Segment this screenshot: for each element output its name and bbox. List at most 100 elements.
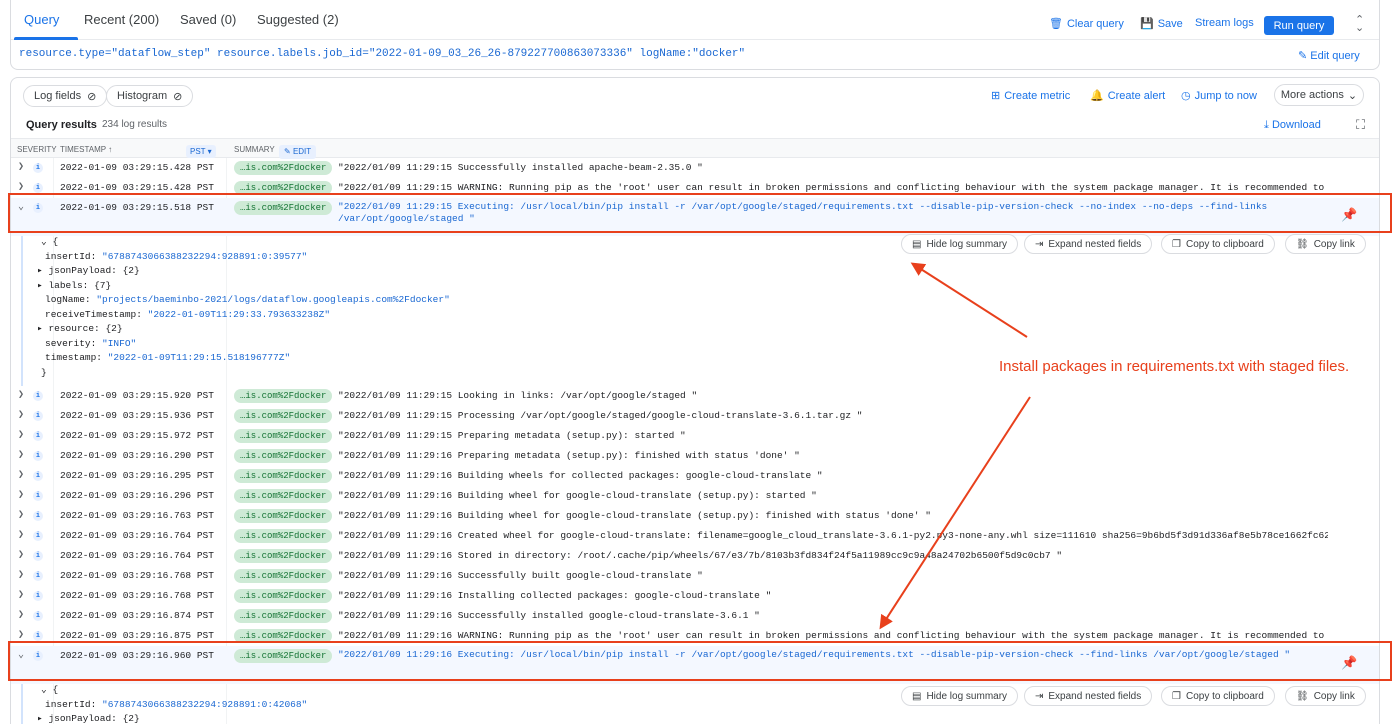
chevron-right-icon[interactable]: ❯ [18, 469, 24, 481]
results-title: Query results [26, 119, 97, 131]
highlight-box [8, 641, 1392, 681]
visibility-off-icon: ⊘ [87, 90, 97, 103]
histogram-toggle[interactable]: Histogram ⊘ [106, 85, 194, 107]
table-row[interactable]: ❯ i 2022-01-09 03:29:16.296 PST …is.com%2Fd… [11, 486, 1379, 506]
query-text[interactable]: resource.type="dataflow_step" resource.l… [19, 48, 745, 60]
copy-to-clipboard-button[interactable]: ❐ Copy to clipboard [1161, 234, 1275, 254]
field-jsonpayload[interactable]: ▸ jsonPayload: {2} [23, 713, 1379, 724]
hide-log-summary-button[interactable]: ▤ Hide log summary [901, 234, 1019, 254]
chevron-right-icon[interactable]: ❯ [18, 181, 24, 193]
log-name-chip[interactable]: …is.com%2Fdocker [234, 549, 333, 563]
create-metric-button[interactable]: ⊞ Create metric [991, 89, 1070, 103]
table-row[interactable]: ❯ i 2022-01-09 03:29:15.920 PST …is.com%2Fd… [11, 386, 1379, 406]
chevron-right-icon[interactable]: ▸ [37, 713, 43, 724]
arrow-up-icon: ↑ [108, 145, 113, 154]
copy-icon: ❐ [1172, 238, 1181, 250]
save-button[interactable]: 💾 Save [1140, 17, 1183, 31]
info-severity-icon: i [33, 471, 43, 481]
log-name-chip[interactable]: …is.com%2Fdocker [234, 489, 333, 503]
table-row[interactable]: ❯ i 2022-01-09 03:29:16.764 PST …is.com%2Fd… [11, 546, 1379, 566]
chevron-right-icon[interactable]: ❯ [18, 509, 24, 521]
table-row[interactable]: ❯ i 2022-01-09 03:29:16.290 PST …is.com%2Fd… [11, 446, 1379, 466]
tab-recent[interactable]: Recent (200) [84, 12, 159, 27]
chevron-right-icon[interactable]: ❯ [18, 429, 24, 441]
field-resource[interactable]: ▸ resource: {2} [23, 323, 1379, 338]
expand-nested-fields-button[interactable]: ⇥ Expand nested fields [1024, 686, 1153, 706]
chevron-right-icon[interactable]: ❯ [18, 569, 24, 581]
chevron-right-icon[interactable]: ▸ [37, 323, 43, 334]
chevron-right-icon[interactable]: ▸ [37, 280, 43, 291]
table-row[interactable]: ❯ i 2022-01-09 03:29:16.764 PST …is.com%2Fd… [11, 526, 1379, 546]
log-name-chip[interactable]: …is.com%2Fdocker [234, 509, 333, 523]
chevron-right-icon[interactable]: ▸ [37, 265, 43, 276]
copy-icon: ❐ [1172, 690, 1181, 702]
field-severity: severity: "INFO" [45, 337, 137, 349]
table-row[interactable]: ❯ i 2022-01-09 03:29:16.768 PST …is.com%2Fd… [11, 586, 1379, 606]
clear-query-button[interactable]: 🗑 Clear query [1049, 17, 1124, 31]
chevron-right-icon[interactable]: ❯ [18, 161, 24, 173]
tab-query[interactable]: Query [24, 12, 59, 27]
jump-to-now-button[interactable]: ◷ Jump to now [1181, 89, 1257, 103]
chevron-right-icon[interactable]: ❯ [18, 629, 24, 641]
log-name-chip[interactable]: …is.com%2Fdocker [234, 449, 333, 463]
chevron-right-icon[interactable]: ❯ [18, 389, 24, 401]
chevron-right-icon[interactable]: ❯ [18, 409, 24, 421]
table-row[interactable]: ❯ i 2022-01-09 03:29:16.768 PST …is.com%2Fd… [11, 566, 1379, 586]
active-tab-indicator [14, 37, 78, 40]
expand-nested-fields-button[interactable]: ⇥ Expand nested fields [1024, 234, 1153, 254]
copy-to-clipboard-button[interactable]: ❐ Copy to clipboard [1161, 686, 1275, 706]
hide-log-summary-button[interactable]: ▤ Hide log summary [901, 686, 1019, 706]
summary-icon: ▤ [912, 238, 922, 250]
chevron-right-icon[interactable]: ❯ [18, 529, 24, 541]
edit-query-button[interactable]: ✎ Edit query [1298, 49, 1360, 62]
field-labels[interactable]: ▸ labels: {7} [23, 280, 1379, 295]
log-name-chip[interactable]: …is.com%2Fdocker [234, 569, 333, 583]
chevron-right-icon[interactable]: ❯ [18, 609, 24, 621]
edit-summary-button[interactable]: ✎ EDIT [279, 145, 317, 159]
field-jsonpayload[interactable]: ▸ jsonPayload: {2} [23, 265, 1379, 280]
log-name-chip[interactable]: …is.com%2Fdocker [234, 161, 333, 175]
log-name-chip[interactable]: …is.com%2Fdocker [234, 409, 333, 423]
results-panel: Log fields ⊘ Histogram ⊘ ⊞ Create metric… [10, 77, 1380, 724]
tab-saved[interactable]: Saved (0) [180, 12, 236, 27]
log-entry-detail: ⌄ { insertId: "6788743066388232294:92889… [21, 684, 1379, 724]
copy-link-button[interactable]: ⛓ Copy link [1285, 686, 1366, 706]
table-row[interactable]: ❯ i 2022-01-09 03:29:16.295 PST …is.com%2Fd… [11, 466, 1379, 486]
tab-suggested[interactable]: Suggested (2) [257, 12, 339, 27]
save-icon: 💾 [1140, 18, 1154, 30]
chevron-right-icon[interactable]: ❯ [18, 449, 24, 461]
run-query-button[interactable]: Run query [1264, 16, 1334, 35]
chevron-right-icon[interactable]: ❯ [18, 549, 24, 561]
timezone-select[interactable]: PST ▾ [186, 145, 216, 158]
table-row[interactable]: ❯ i 2022-01-09 03:29:15.972 PST …is.com%2Fd… [11, 426, 1379, 446]
copy-link-button[interactable]: ⛓ Copy link [1285, 234, 1366, 254]
stream-logs-button[interactable]: Stream logs [1195, 17, 1254, 29]
info-severity-icon: i [33, 431, 43, 441]
log-name-chip[interactable]: …is.com%2Fdocker [234, 529, 333, 543]
collapse-toggle-icon[interactable]: ⌃ ⌄ [1355, 15, 1364, 34]
log-name-chip[interactable]: …is.com%2Fdocker [234, 429, 333, 443]
chevron-right-icon[interactable]: ❯ [18, 489, 24, 501]
download-button[interactable]: ⤓ Download [1264, 119, 1321, 132]
more-actions-menu[interactable]: More actions ⌄ [1274, 84, 1364, 106]
log-name-chip[interactable]: …is.com%2Fdocker [234, 469, 333, 483]
table-row[interactable]: ❯ i 2022-01-09 03:29:16.763 PST …is.com%2Fd… [11, 506, 1379, 526]
column-severity[interactable]: SEVERITY [17, 145, 57, 154]
log-name-chip[interactable]: …is.com%2Fdocker [234, 589, 333, 603]
create-alert-button[interactable]: 🔔 Create alert [1090, 89, 1165, 103]
chevron-down-icon[interactable]: ⌄ [41, 684, 47, 695]
field-receivetimestamp: receiveTimestamp: "2022-01-09T11:29:33.7… [45, 308, 331, 320]
column-timestamp[interactable]: TIMESTAMP ↑ [60, 145, 112, 154]
log-name-chip[interactable]: …is.com%2Fdocker [234, 609, 333, 623]
fullscreen-icon[interactable]: ⛶ [1356, 117, 1365, 133]
chevron-right-icon[interactable]: ❯ [18, 589, 24, 601]
table-row[interactable]: ❯ i 2022-01-09 03:29:16.874 PST …is.com%2Fd… [11, 606, 1379, 626]
info-severity-icon: i [33, 491, 43, 501]
table-row[interactable]: ❯ i 2022-01-09 03:29:15.428 PST …is.com%… [11, 158, 1379, 178]
expand-icon: ⇥ [1035, 690, 1044, 702]
table-row[interactable]: ❯ i 2022-01-09 03:29:15.936 PST …is.com%2Fd… [11, 406, 1379, 426]
trash-icon: 🗑 [1049, 18, 1063, 30]
log-fields-toggle[interactable]: Log fields ⊘ [23, 85, 108, 107]
log-name-chip[interactable]: …is.com%2Fdocker [234, 389, 333, 403]
chevron-down-icon[interactable]: ⌄ [41, 236, 47, 247]
